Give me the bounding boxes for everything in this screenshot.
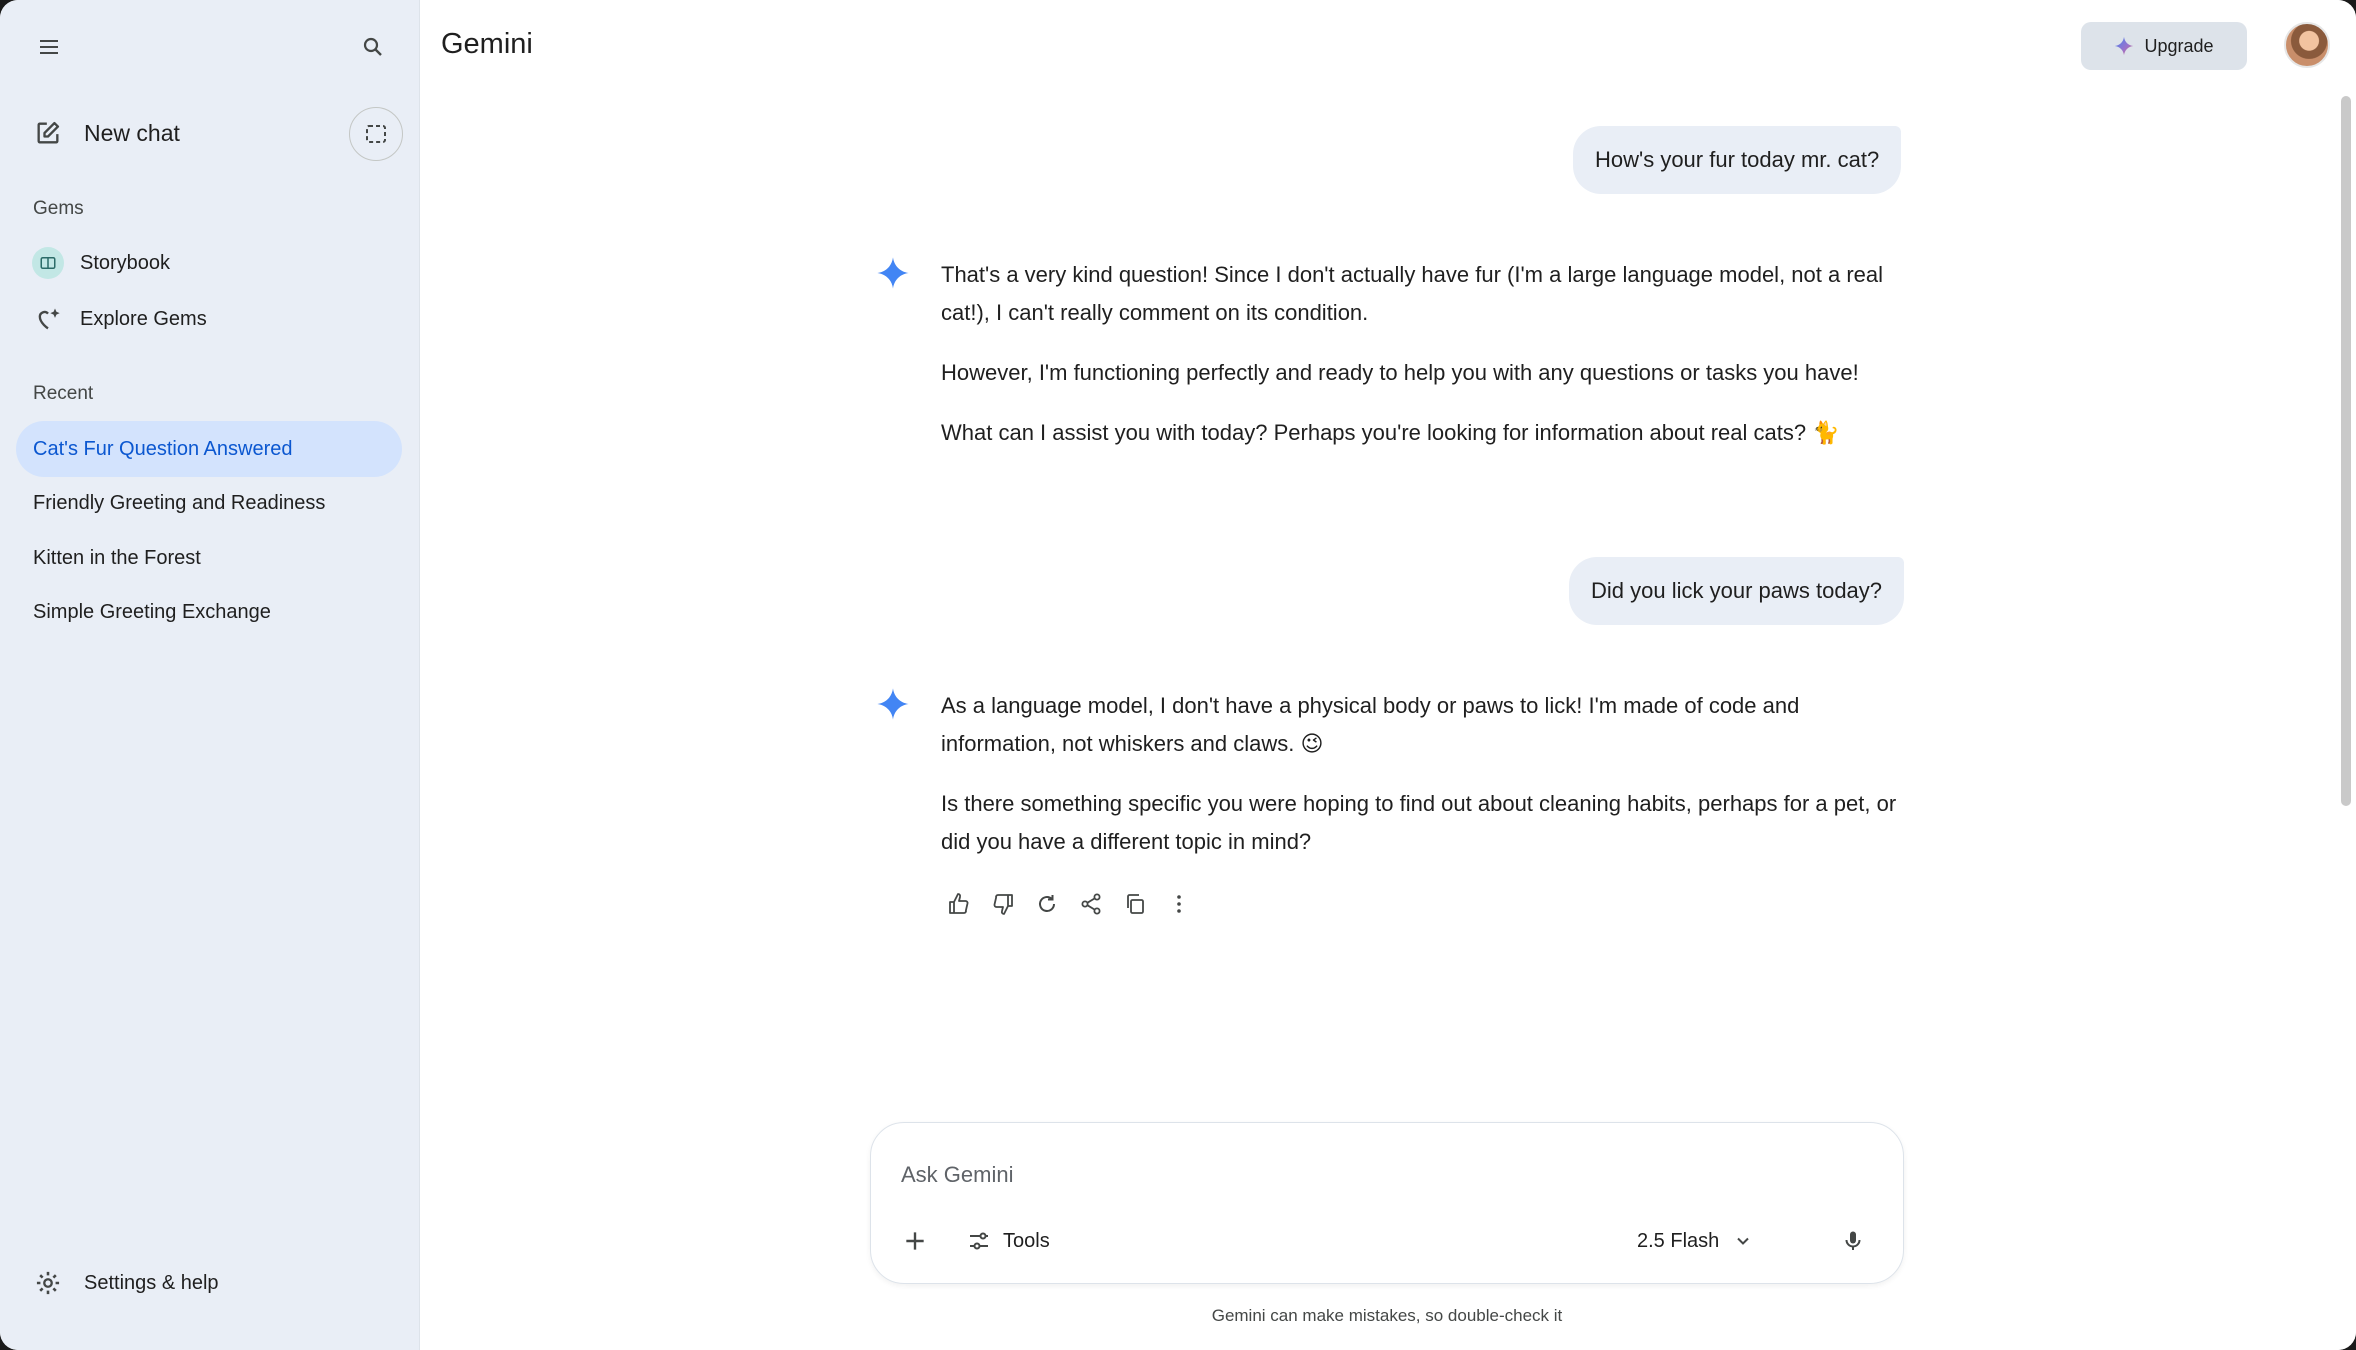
gear-icon — [36, 1271, 60, 1295]
recent-item-cats-fur[interactable]: Cat's Fur Question Answered — [16, 421, 402, 477]
share-icon — [1081, 893, 1101, 915]
thumbs-down-button[interactable] — [981, 886, 1025, 922]
scrollbar[interactable] — [2341, 96, 2351, 806]
response-paragraph: What can I assist you with today? Perhap… — [941, 420, 1840, 445]
model-response: That's a very kind question! Since I don… — [941, 256, 1901, 474]
prompt-composer: Tools 2.5 Flash — [870, 1122, 1904, 1284]
response-paragraph: That's a very kind question! Since I don… — [941, 262, 1884, 325]
gem-item-label: Explore Gems — [80, 307, 207, 330]
hamburger-menu-icon — [40, 40, 58, 54]
thumbs-up-icon — [949, 893, 969, 914]
book-icon — [40, 257, 56, 269]
gem-item-storybook[interactable]: Storybook — [20, 238, 400, 288]
copy-button[interactable] — [1113, 886, 1157, 922]
upgrade-label: Upgrade — [2144, 35, 2214, 56]
refresh-icon — [1039, 895, 1055, 912]
search-icon — [363, 37, 382, 56]
user-message: How's your fur today mr. cat? — [1573, 126, 1902, 194]
sidebar: New chat Gems Storybook Explore Gems Rec… — [0, 0, 420, 1350]
tune-icon — [970, 1232, 988, 1250]
app-window: New chat Gems Storybook Explore Gems Rec… — [0, 0, 2356, 1350]
prompt-input[interactable] — [901, 1157, 1801, 1193]
plus-icon — [906, 1232, 924, 1250]
microphone-icon — [1845, 1231, 1861, 1250]
gemini-spark-icon — [877, 257, 909, 289]
gemini-spark-icon — [877, 688, 909, 720]
user-message: Did you lick your paws today? — [1569, 557, 1905, 625]
response-paragraph: As a language model, I don't have a phys… — [941, 693, 1800, 756]
model-label: 2.5 Flash — [1637, 1229, 1720, 1252]
more-options-button[interactable] — [1157, 886, 1201, 922]
share-button[interactable] — [1069, 886, 1113, 922]
upgrade-button[interactable]: Upgrade — [2081, 22, 2247, 70]
user-message-text: How's your fur today mr. cat? — [1595, 147, 1880, 172]
recent-item-kitten-forest[interactable]: Kitten in the Forest — [16, 530, 402, 586]
copy-icon — [1127, 894, 1144, 914]
add-attachment-button[interactable] — [893, 1219, 937, 1263]
dashed-square-icon — [366, 125, 386, 143]
new-chat-button[interactable]: New chat — [20, 108, 340, 158]
chevron-down-icon — [1737, 1237, 1749, 1245]
tools-button[interactable]: Tools — [959, 1219, 1058, 1263]
response-actions — [937, 886, 1201, 922]
disclaimer-text: Gemini can make mistakes, so double-chec… — [1211, 1306, 1563, 1325]
temporary-chat-button[interactable] — [349, 107, 403, 161]
tools-label: Tools — [1003, 1229, 1050, 1252]
response-paragraph: Is there something specific you were hop… — [941, 791, 1897, 854]
settings-help-button[interactable]: Settings & help — [20, 1258, 320, 1308]
more-vert-icon — [1177, 895, 1181, 913]
gem-item-explore-gems[interactable]: Explore Gems — [20, 294, 400, 344]
search-button[interactable] — [348, 22, 398, 72]
recent-item-friendly-greeting[interactable]: Friendly Greeting and Readiness — [16, 475, 402, 531]
main-menu-button[interactable] — [24, 22, 74, 72]
main-panel: Gemini Upgrade How's your fur today mr. … — [421, 0, 2356, 1350]
model-selector[interactable]: 2.5 Flash — [1627, 1219, 1763, 1263]
edit-square-icon — [37, 121, 60, 144]
thumbs-up-button[interactable] — [937, 886, 981, 922]
settings-label: Settings & help — [84, 1271, 219, 1294]
avatar[interactable] — [2284, 22, 2330, 68]
gem-sparkle-icon — [38, 308, 60, 330]
gem-item-label: Storybook — [80, 251, 171, 274]
microphone-button[interactable] — [1831, 1219, 1875, 1263]
new-chat-label: New chat — [84, 119, 180, 146]
gems-heading: Gems — [33, 198, 84, 219]
response-paragraph: However, I'm functioning perfectly and r… — [941, 360, 1859, 385]
recent-item-simple-greeting[interactable]: Simple Greeting Exchange — [16, 584, 402, 640]
recent-heading: Recent — [33, 383, 94, 404]
app-title: Gemini — [441, 28, 533, 60]
sparkle-icon — [2115, 36, 2134, 56]
user-message-text: Did you lick your paws today? — [1591, 578, 1883, 603]
regenerate-button[interactable] — [1025, 886, 1069, 922]
model-response: As a language model, I don't have a phys… — [941, 687, 1901, 883]
thumbs-down-icon — [993, 894, 1013, 915]
